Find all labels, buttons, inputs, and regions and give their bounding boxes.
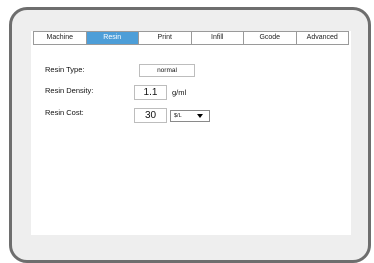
resin-density-row: Resin Density: 1.1 g/ml <box>45 85 245 100</box>
tab-gcode[interactable]: Gcode <box>244 32 297 44</box>
resin-cost-label: Resin Cost: <box>45 108 84 117</box>
tab-resin[interactable]: Resin <box>86 32 139 44</box>
resin-cost-field[interactable]: 30 <box>134 108 167 123</box>
chevron-down-icon <box>197 114 203 118</box>
settings-panel: Machine Resin Print Infill Gcode Advance… <box>31 31 351 235</box>
tab-bar: Machine Resin Print Infill Gcode Advance… <box>33 31 349 45</box>
tab-infill[interactable]: Infill <box>192 32 244 44</box>
resin-type-row: Resin Type: normal <box>45 64 245 78</box>
tab-print[interactable]: Print <box>139 32 192 44</box>
currency-select[interactable]: $/L <box>170 110 210 122</box>
resin-cost-row: Resin Cost: 30 $/L <box>45 107 245 123</box>
tab-advanced[interactable]: Advanced <box>297 32 349 44</box>
resin-density-field[interactable]: 1.1 <box>134 85 167 100</box>
resin-type-field[interactable]: normal <box>139 64 195 77</box>
resin-density-unit: g/ml <box>172 88 187 97</box>
resin-density-label: Resin Density: <box>45 86 94 95</box>
tab-machine[interactable]: Machine <box>34 32 87 44</box>
currency-select-value: $/L <box>174 113 182 119</box>
resin-type-label: Resin Type: <box>45 65 85 74</box>
